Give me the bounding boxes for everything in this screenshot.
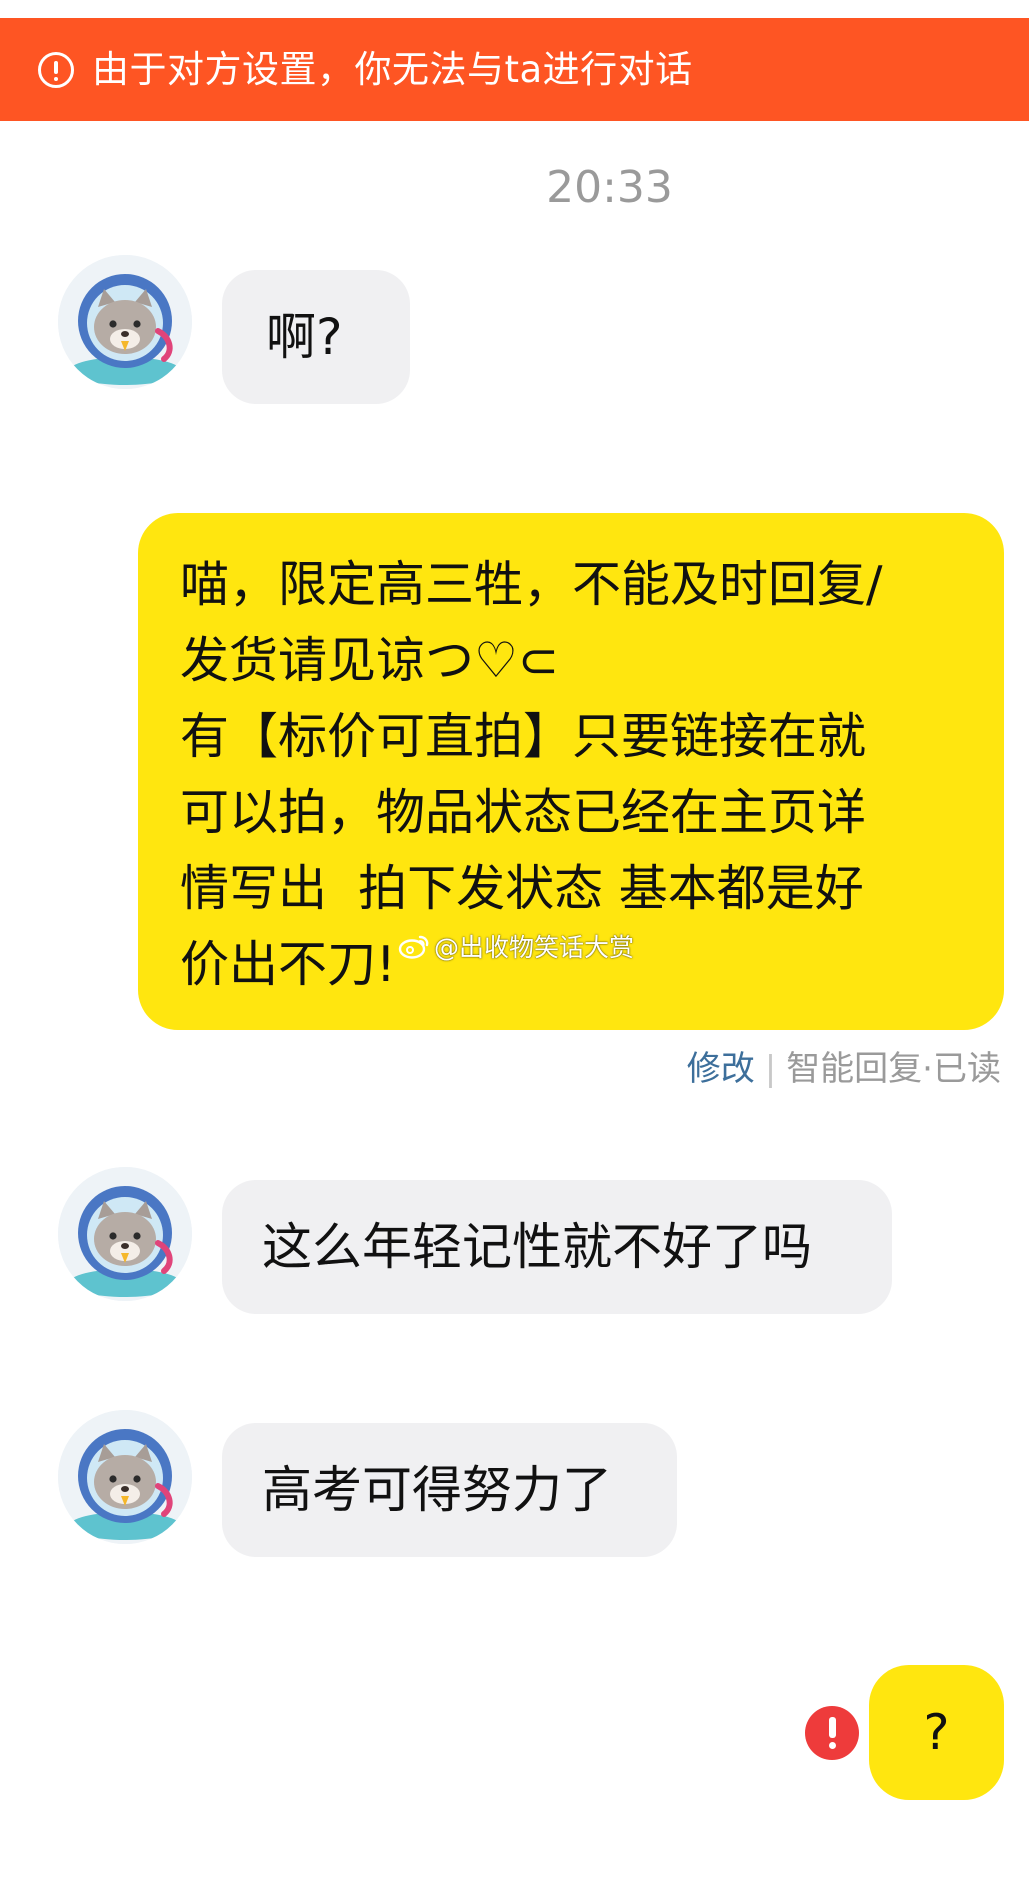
chat-timestamp: 20:33 [546, 162, 673, 213]
cat-astronaut-icon [58, 1410, 192, 1544]
send-failed-icon[interactable] [805, 1706, 859, 1760]
message-meta: 修改 | 智能回复·已读 [687, 1047, 1001, 1091]
restriction-banner: 由于对方设置，你无法与ta进行对话 [0, 18, 1029, 121]
edit-link[interactable]: 修改 [687, 1047, 755, 1091]
incoming-message[interactable]: 啊? [222, 270, 410, 404]
contact-avatar[interactable] [58, 1167, 192, 1301]
message-text: 高考可得努力了 [262, 1461, 612, 1519]
alert-circle-icon [38, 51, 74, 88]
contact-avatar[interactable] [58, 1410, 192, 1544]
weibo-icon [398, 935, 429, 959]
incoming-message[interactable]: 这么年轻记性就不好了吗 [222, 1180, 892, 1314]
message-text: ? [923, 1703, 950, 1761]
watermark-text: @出收物笑话大赏 [434, 933, 635, 962]
contact-avatar[interactable] [58, 255, 192, 389]
incoming-message[interactable]: 高考可得努力了 [222, 1423, 677, 1557]
status-strip [0, 0, 1029, 18]
banner-text: 由于对方设置，你无法与ta进行对话 [92, 48, 693, 91]
watermark: @出收物笑话大赏 [398, 928, 634, 964]
cat-astronaut-icon [58, 255, 192, 389]
message-text: 这么年轻记性就不好了吗 [262, 1218, 812, 1276]
read-status: 智能回复·已读 [786, 1049, 1001, 1089]
cat-astronaut-icon [58, 1167, 192, 1301]
message-text: 啊? [266, 308, 343, 366]
meta-separator: | [764, 1049, 777, 1089]
outgoing-message[interactable]: ? [869, 1665, 1004, 1800]
